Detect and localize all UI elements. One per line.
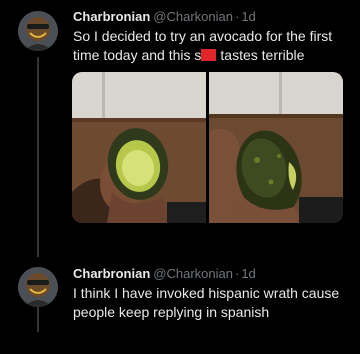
separator-dot: · bbox=[234, 9, 240, 24]
thread-line bbox=[37, 57, 39, 257]
photo-avocado-skin-image bbox=[209, 72, 343, 223]
tweet-text-part2: tastes terrible bbox=[220, 47, 305, 63]
timestamp[interactable]: 1d bbox=[241, 266, 255, 281]
separator-dot: · bbox=[234, 266, 240, 281]
timestamp[interactable]: 1d bbox=[241, 9, 255, 24]
avatar[interactable] bbox=[18, 11, 58, 51]
avatar-image bbox=[18, 267, 58, 307]
tweet-text: I think I have invoked hispanic wrath ca… bbox=[73, 285, 340, 320]
display-name[interactable]: Charbronian bbox=[73, 9, 150, 24]
tweet[interactable]: Charbronian @Charkonian · 1d So I decided t… bbox=[0, 0, 360, 257]
display-name[interactable]: Charbronian bbox=[73, 266, 150, 281]
tweet-header: Charbronian @Charkonian · 1d bbox=[73, 9, 256, 25]
user-handle[interactable]: @Charkonian bbox=[153, 9, 233, 24]
censor-bar bbox=[201, 49, 217, 61]
photo-avocado-cut-image bbox=[72, 72, 206, 223]
media-grid bbox=[72, 72, 343, 223]
user-handle[interactable]: @Charkonian bbox=[153, 266, 233, 281]
photo-avocado-cut[interactable] bbox=[72, 72, 206, 223]
tweet[interactable]: Charbronian @Charkonian · 1d I think I have… bbox=[0, 262, 360, 354]
photo-avocado-skin[interactable] bbox=[209, 72, 343, 223]
avatar[interactable] bbox=[18, 267, 58, 307]
avatar-image bbox=[18, 11, 58, 51]
tweet-header: Charbronian @Charkonian · 1d bbox=[73, 266, 256, 282]
tweet-text: So I decided to try an avocado for the f… bbox=[73, 27, 355, 65]
